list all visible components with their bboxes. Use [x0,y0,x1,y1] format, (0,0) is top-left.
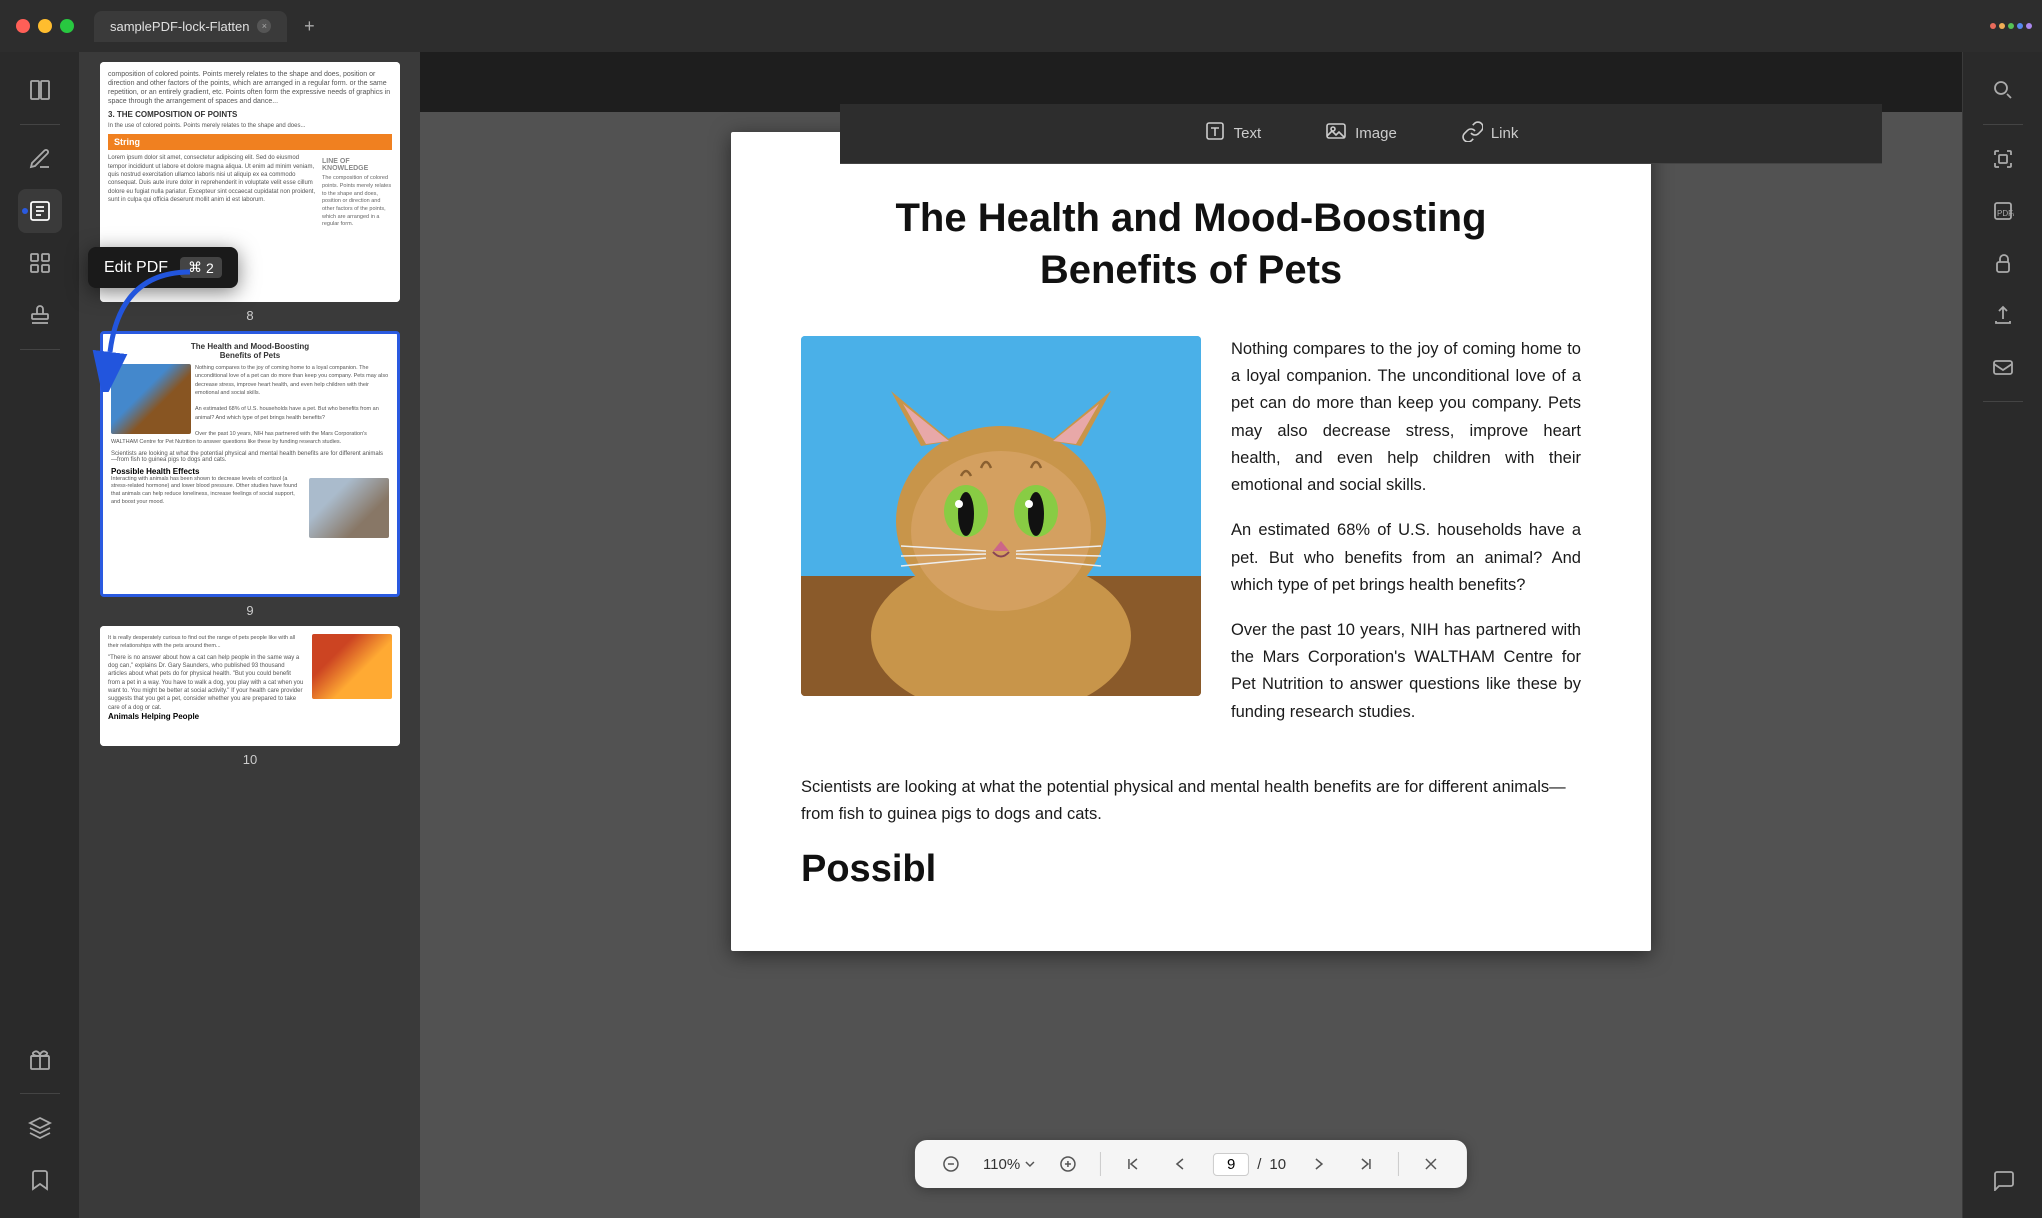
page10-cat-image [312,634,392,699]
page10-preview: It is really desperately curious to find… [100,626,400,746]
new-tab-button[interactable]: + [295,12,323,40]
top-toolbar: Text Image [840,104,1882,164]
pagination-divider-1 [1100,1152,1101,1176]
sidebar-bottom [18,1037,62,1202]
page-number-10: 10 [243,752,257,767]
cat-image [801,336,1201,696]
first-page-button[interactable] [1117,1148,1149,1180]
shortcut-key: 2 [206,260,214,276]
pagination-bar: 110% [915,1140,1467,1188]
zoom-in-button[interactable] [1052,1148,1084,1180]
page-number-8: 8 [246,308,253,323]
edit-pdf-tooltip: Edit PDF ⌘ 2 [88,247,238,288]
sidebar-reader-icon[interactable] [18,68,62,112]
toolbar-link-button[interactable]: Link [1449,114,1531,154]
sidebar-stamp-icon[interactable] [18,293,62,337]
right-scan-icon[interactable] [1981,137,2025,181]
toolbar-image-button[interactable]: Image [1313,114,1409,154]
thumbnail-panel[interactable]: composition of colored points. Points me… [80,52,420,1218]
sidebar-divider-2 [20,349,60,350]
titlebar: samplePDF-lock-Flatten × + [0,0,2042,52]
page9-cat-image [111,364,191,434]
zoom-out-button[interactable] [935,1148,967,1180]
next-page-button[interactable] [1302,1148,1334,1180]
main-layout: composition of colored points. Points me… [0,52,2042,1218]
maximize-button[interactable] [60,19,74,33]
left-sidebar [0,52,80,1218]
bottom-text: Scientists are looking at what the poten… [801,774,1581,828]
zoom-level[interactable]: 110% [983,1156,1036,1173]
page-title: The Health and Mood-Boosting Benefits of… [801,192,1581,296]
right-search-icon[interactable] [1981,68,2025,112]
traffic-lights [16,19,74,33]
right-sidebar: PDF/A [1962,52,2042,1218]
thumb-card-10[interactable]: It is really desperately curious to find… [100,626,400,746]
possible-heading: Possibl [801,848,1581,891]
page9-preview: The Health and Mood-BoostingBenefits of … [103,334,397,594]
page-number-9: 9 [246,603,253,618]
sidebar-layers-icon[interactable] [18,1106,62,1150]
right-lock-icon[interactable] [1981,241,2025,285]
tooltip-label: Edit PDF [104,259,168,277]
total-pages: 10 [1269,1156,1286,1173]
content-area: The Health and Mood-Boosting Benefits of… [420,112,1962,1218]
sidebar-active-dot [22,208,28,214]
sidebar-gift-icon[interactable] [18,1037,62,1081]
minimize-button[interactable] [38,19,52,33]
page-info: / 10 [1213,1153,1286,1176]
svg-text:PDF/A: PDF/A [1997,209,2014,218]
text-icon [1204,120,1226,148]
shortcut-symbol: ⌘ [188,259,202,276]
page-title-line2: Benefits of Pets [1040,248,1342,292]
sidebar-annotate-icon[interactable] [18,137,62,181]
sidebar-divider-1 [20,124,60,125]
tab-bar: samplePDF-lock-Flatten × + [94,11,1996,42]
content-text: Nothing compares to the joy of coming ho… [1231,336,1581,744]
tooltip-shortcut: ⌘ 2 [180,257,222,278]
link-icon [1461,120,1483,148]
prev-page-button[interactable] [1165,1148,1197,1180]
right-pdfa-icon[interactable]: PDF/A [1981,189,2025,233]
para2: An estimated 68% of U.S. households have… [1231,517,1581,599]
thumb-card-9[interactable]: The Health and Mood-BoostingBenefits of … [100,331,400,597]
right-divider-1 [1983,124,2023,125]
window-icon [1996,16,2026,36]
close-pagination-button[interactable] [1415,1148,1447,1180]
last-page-button[interactable] [1350,1148,1382,1180]
para3: Over the past 10 years, NIH has partnere… [1231,617,1581,726]
content-row: Nothing compares to the joy of coming ho… [801,336,1581,744]
right-comment-icon[interactable] [1981,1158,2025,1202]
right-export-icon[interactable] [1981,293,2025,337]
toolbar-image-label: Image [1355,125,1397,142]
close-button[interactable] [16,19,30,33]
current-page-input[interactable] [1213,1153,1249,1176]
pagination-divider-2 [1398,1152,1399,1176]
toolbar-link-label: Link [1491,125,1519,142]
active-tab[interactable]: samplePDF-lock-Flatten × [94,11,287,42]
thumbnail-page-9[interactable]: The Health and Mood-BoostingBenefits of … [90,331,410,618]
right-email-icon[interactable] [1981,345,2025,389]
toolbar-text-label: Text [1234,125,1262,142]
image-icon [1325,120,1347,148]
right-divider-2 [1983,401,2023,402]
sidebar-organize-icon[interactable] [18,241,62,285]
tab-close-button[interactable]: × [257,19,271,33]
page9-dogs-image [309,478,389,538]
thumbnail-page-10[interactable]: It is really desperately curious to find… [90,626,410,767]
sidebar-divider-3 [20,1093,60,1094]
para1: Nothing compares to the joy of coming ho… [1231,336,1581,499]
sidebar-bookmark-icon[interactable] [18,1158,62,1202]
tab-title: samplePDF-lock-Flatten [110,19,249,34]
toolbar-text-button[interactable]: Text [1192,114,1274,154]
page-title-line1: The Health and Mood-Boosting [895,196,1486,240]
pdf-page: The Health and Mood-Boosting Benefits of… [731,132,1651,951]
sidebar-edit-pdf-icon[interactable] [18,189,62,233]
